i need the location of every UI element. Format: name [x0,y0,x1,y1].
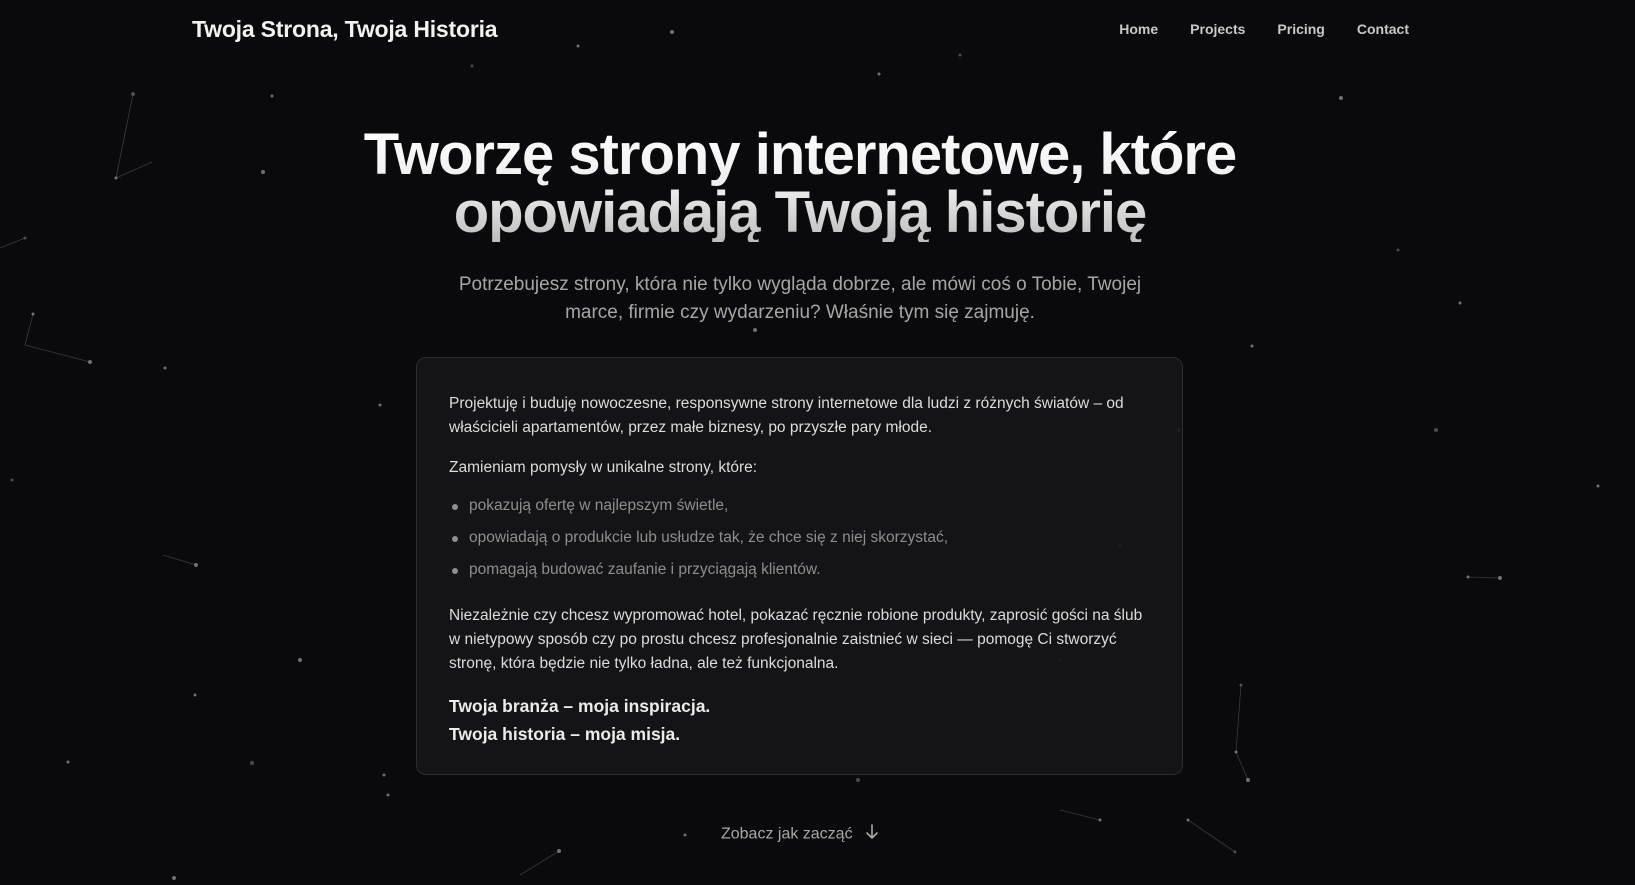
star-dot [172,876,176,880]
list-item: opowiadają o produkcie lub usłudze tak, … [449,526,1150,558]
nav-link-pricing[interactable]: Pricing [1277,21,1324,37]
about-intro: Projektuję i buduję nowoczesne, responsy… [449,395,1124,436]
star-dot [270,94,274,98]
star-dot [386,793,390,797]
star-dot [1596,484,1600,488]
get-started-label: Zobacz jak zacząć [720,825,853,843]
list-item-text: opowiadają o produkcie lub usłudze tak, … [469,529,949,546]
about-closing: Niezależnie czy chcesz wypromować hotel,… [449,607,1143,672]
star-dot [1246,778,1250,782]
star-dot [1233,850,1237,854]
hero-subtitle-line-2: marce, firmie czy wydarzeniu? Właśnie ty… [565,302,1035,323]
bullet-icon [452,536,458,542]
star-dot [163,366,167,370]
star-dot [1098,818,1102,822]
motto-line-2: Twoja historia – moja misja. [449,724,681,744]
hero-title: Tworzę strony internetowe, które opowiad… [0,126,1600,242]
star-connector-line [1235,751,1249,781]
hero-title-line-2: opowiadają Twoją historię [453,180,1147,245]
star-dot [382,773,386,777]
star-dot [470,64,474,68]
site-header: Twoja Strona, Twoja Historia Home Projec… [0,0,1635,62]
motto-line-1: Twoja branża – moja inspiracja. [449,696,711,716]
star-dot [88,360,92,364]
hero-subtitle-line-1: Potrzebujesz strony, która nie tylko wyg… [458,274,1142,295]
star-dot [1186,818,1190,822]
bullet-icon [452,504,458,510]
star-connector-line [162,554,197,566]
star-dot [1250,344,1254,348]
star-dot [557,849,561,853]
star-dot [1498,576,1502,580]
star-dot [1466,575,1470,579]
star-dot [194,563,198,567]
list-item: pomagają budować zaufanie i przyciągają … [449,558,1150,590]
hero-subtitle: Potrzebujesz strony, która nie tylko wyg… [0,271,1600,327]
star-dot [877,72,881,76]
star-dot [1339,96,1343,100]
star-connector-line [24,344,91,363]
star-dot [378,403,382,407]
nav-link-home[interactable]: Home [1119,21,1158,37]
brand-logo[interactable]: Twoja Strona, Twoja Historia [192,16,498,43]
star-dot [66,760,70,764]
star-dot [193,693,197,697]
about-card: Projektuję i buduję nowoczesne, responsy… [416,357,1183,775]
main-nav: Home Projects Pricing Contact [1119,21,1409,37]
star-dot [1239,683,1243,687]
star-dot [753,328,757,332]
list-item: pokazują ofertę w najlepszym świetle, [449,494,1150,526]
star-dot [10,478,14,482]
star-dot [856,778,860,782]
list-item-text: pokazują ofertę w najlepszym świetle, [469,497,729,514]
nav-link-projects[interactable]: Projects [1190,21,1245,37]
star-dot [298,658,302,662]
get-started-link[interactable]: Zobacz jak zacząć [0,824,1600,845]
list-item-text: pomagają budować zaufanie i przyciągają … [469,561,821,578]
star-dot [1434,428,1438,432]
arrow-down-icon [865,824,879,845]
about-list-lead: Zamieniam pomysły w unikalne strony, któ… [449,459,758,476]
star-dot [1234,750,1238,754]
star-connector-line [1235,684,1242,753]
benefits-list: pokazują ofertę w najlepszym świetle, op… [449,494,1150,590]
nav-link-contact[interactable]: Contact [1357,21,1409,37]
star-connector-line [1059,809,1101,821]
star-dot [131,92,135,96]
star-dot [1396,248,1400,252]
hero-title-line-1: Tworzę strony internetowe, które [363,122,1237,187]
star-connector-line [519,850,560,876]
star-dot [250,761,254,765]
page: Twoja Strona, Twoja Historia Home Projec… [0,0,1635,885]
star-connector-line [1467,576,1501,579]
bullet-icon [452,568,458,574]
